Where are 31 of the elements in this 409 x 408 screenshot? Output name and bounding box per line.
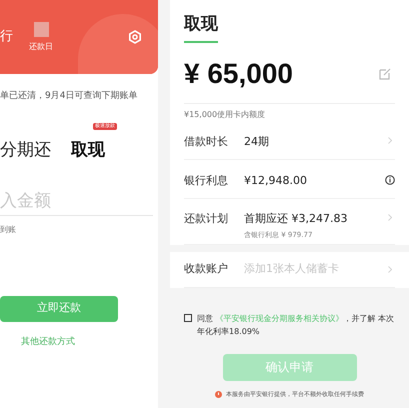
row-value: ¥12,948.00 bbox=[244, 172, 307, 188]
bill-notice: 单已还清，9月4日可查询下期账单 bbox=[0, 90, 138, 103]
bank-card[interactable]: 行 还款日 bbox=[0, 0, 158, 74]
tab[interactable]: 分期还 bbox=[0, 142, 51, 158]
other-methods-link[interactable]: 其他还款方式 bbox=[21, 336, 158, 349]
agreement-checkbox[interactable] bbox=[184, 314, 192, 322]
settings-icon[interactable] bbox=[128, 30, 142, 44]
row-label: 借款时长 bbox=[184, 134, 229, 150]
alert-icon bbox=[215, 390, 222, 398]
chevron-icon bbox=[388, 214, 392, 220]
row-label: 收款账户 bbox=[184, 260, 229, 277]
title-underline bbox=[184, 40, 218, 42]
chevron-icon bbox=[388, 266, 392, 272]
agreement-text: 同意 《平安银行现金分期服务相关协议》，并了解 本次年化利率18.09% bbox=[197, 312, 395, 338]
info-icon[interactable] bbox=[385, 174, 395, 184]
agreement-link[interactable]: 《平安银行现金分期服务相关协议》 bbox=[216, 314, 344, 322]
redacted-block bbox=[34, 22, 48, 36]
account-placeholder[interactable]: 添加1张本人储蓄卡 bbox=[244, 260, 339, 278]
due-date-label: 还款日 bbox=[29, 40, 53, 52]
amount-value: ¥ 65,000 bbox=[184, 56, 293, 90]
row-label: 银行利息 bbox=[184, 172, 229, 188]
chevron-icon bbox=[388, 136, 392, 144]
bank-name: 行 bbox=[0, 28, 13, 46]
row-value: 24期 bbox=[244, 134, 269, 150]
row-label: 还款计划 bbox=[184, 210, 229, 226]
tab[interactable]: 取现 bbox=[71, 142, 105, 158]
limit-note: ¥15,000使用卡内额度 bbox=[184, 108, 266, 120]
pay-button[interactable]: 立即还款 bbox=[0, 296, 118, 322]
hint-text: 到账 bbox=[0, 224, 17, 236]
page-title: 取现 bbox=[184, 13, 218, 36]
row-value: 首期应还 ¥3,247.83 bbox=[244, 210, 348, 226]
